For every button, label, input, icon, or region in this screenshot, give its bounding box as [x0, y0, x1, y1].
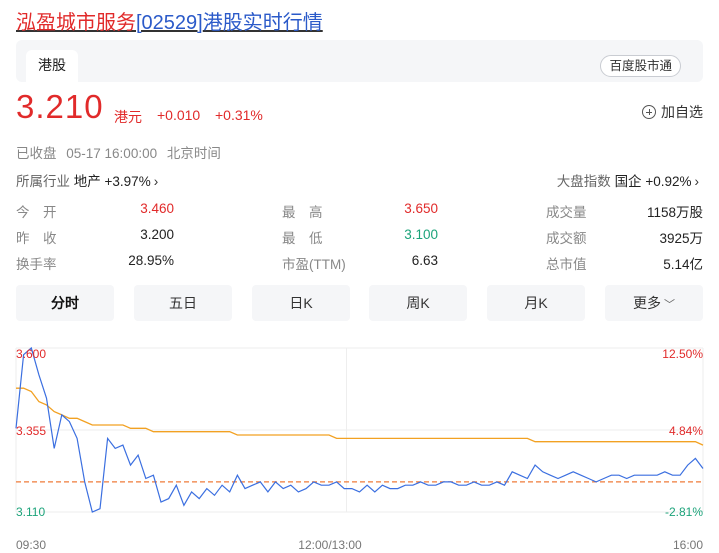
stat-amount-value: 3925万 — [659, 231, 703, 246]
stat-mktcap-label: 总市值 — [546, 257, 587, 272]
page-title[interactable]: 泓盈城市服务[02529]港股实时行情 — [16, 6, 323, 35]
index-change: +0.92% — [645, 174, 692, 189]
period-intraday[interactable]: 分时 — [16, 285, 114, 321]
stat-high-value: 3.650 — [404, 201, 438, 216]
chevron-right-icon: › — [694, 174, 700, 189]
status-time: 05-17 16:00:00 — [66, 146, 158, 161]
stat-amount-label: 成交额 — [546, 231, 587, 246]
y-right-top: 12.50% — [662, 347, 703, 361]
chevron-right-icon: › — [153, 174, 159, 189]
x-label-mid: 12:00/13:00 — [298, 538, 362, 552]
x-label-close: 16:00 — [673, 538, 703, 552]
stat-pe: 市盈(TTM) — [282, 253, 346, 273]
period-more[interactable]: 更多 ﹀ — [605, 285, 703, 321]
stock-code[interactable]: [02529] — [136, 12, 203, 34]
stat-turnover-label: 换手率 — [16, 257, 57, 272]
stat-turnover-value: 28.95% — [128, 253, 174, 268]
stat-open-label: 今 开 — [16, 205, 57, 220]
add-favorite-label: 加自选 — [661, 104, 703, 120]
status-state: 已收盘 — [16, 146, 57, 161]
stat-volume: 成交量 — [546, 201, 587, 221]
stat-volume-value: 1158万股 — [646, 205, 703, 220]
y-left-mid: 3.355 — [16, 424, 46, 438]
stat-low-value: 3.100 — [404, 227, 438, 242]
y-right-bottom: -2.81% — [665, 505, 703, 519]
stat-low-label: 最 低 — [282, 231, 323, 246]
chevron-down-icon: ﹀ — [664, 299, 675, 311]
status-zone: 北京时间 — [166, 146, 221, 161]
index-label: 大盘指数 — [556, 174, 611, 189]
y-left-top: 3.600 — [16, 347, 46, 361]
tab-bar: 港股 百度股市通 — [16, 40, 703, 82]
price-change: +0.010 — [157, 107, 201, 123]
index-name: 国企 — [614, 174, 642, 189]
stat-mktcap: 总市值 — [546, 253, 587, 273]
stat-amount: 成交额 — [546, 227, 587, 247]
period-more-label: 更多 — [633, 295, 661, 311]
intraday-chart[interactable]: 3.600 3.355 3.110 12.50% 4.84% -2.81% 09… — [0, 336, 719, 553]
industry-link[interactable]: 所属行业 地产 +3.97% › — [16, 170, 158, 190]
stat-pe-label: 市盈(TTM) — [282, 257, 346, 272]
y-left-bottom: 3.110 — [16, 505, 45, 519]
stat-prev-value: 3.200 — [140, 227, 174, 242]
market-index-link[interactable]: 大盘指数 国企 +0.92% › — [557, 170, 699, 190]
stat-low: 最 低 — [282, 227, 323, 247]
stat-prev-label: 昨 收 — [16, 231, 57, 246]
gushitong-button[interactable]: 百度股市通 — [600, 55, 681, 77]
x-label-open: 09:30 — [16, 538, 46, 552]
chart-grid — [15, 347, 704, 513]
industry-label: 所属行业 — [16, 174, 70, 189]
period-daily-k[interactable]: 日K — [252, 285, 350, 321]
industry-change: +3.97% — [104, 174, 151, 189]
stat-turnover: 换手率 — [16, 253, 57, 273]
stock-name[interactable]: 泓盈城市服务 — [16, 12, 136, 34]
price-change-pct: +0.31% — [215, 107, 263, 123]
stat-prev: 昨 收 — [16, 227, 57, 247]
stat-volume-label: 成交量 — [546, 205, 587, 220]
title-suffix[interactable]: 港股实时行情 — [203, 12, 323, 34]
period-weekly-k[interactable]: 周K — [369, 285, 467, 321]
stat-mktcap-value: 5.14亿 — [663, 257, 703, 272]
price-unit: 港元 — [114, 109, 142, 125]
market-status: 已收盘 05-17 16:00:00 北京时间 — [16, 142, 227, 162]
stat-open: 今 开 — [16, 201, 57, 221]
add-favorite-button[interactable]: 加自选 — [642, 102, 703, 122]
stat-pe-value: 6.63 — [411, 253, 438, 268]
stat-high: 最 高 — [282, 201, 323, 221]
tab-hk[interactable]: 港股 — [26, 50, 78, 82]
stat-open-value: 3.460 — [140, 201, 174, 216]
plus-circle-icon — [642, 105, 656, 119]
current-price: 3.210 — [16, 88, 104, 125]
series-avg-line — [16, 387, 704, 446]
period-selector: 分时 五日 日K 周K 月K 更多 ﹀ — [16, 285, 703, 321]
industry-name: 地产 — [73, 174, 101, 189]
stat-high-label: 最 高 — [282, 205, 323, 220]
period-monthly-k[interactable]: 月K — [487, 285, 585, 321]
y-right-mid: 4.84% — [669, 424, 703, 438]
period-5day[interactable]: 五日 — [134, 285, 232, 321]
